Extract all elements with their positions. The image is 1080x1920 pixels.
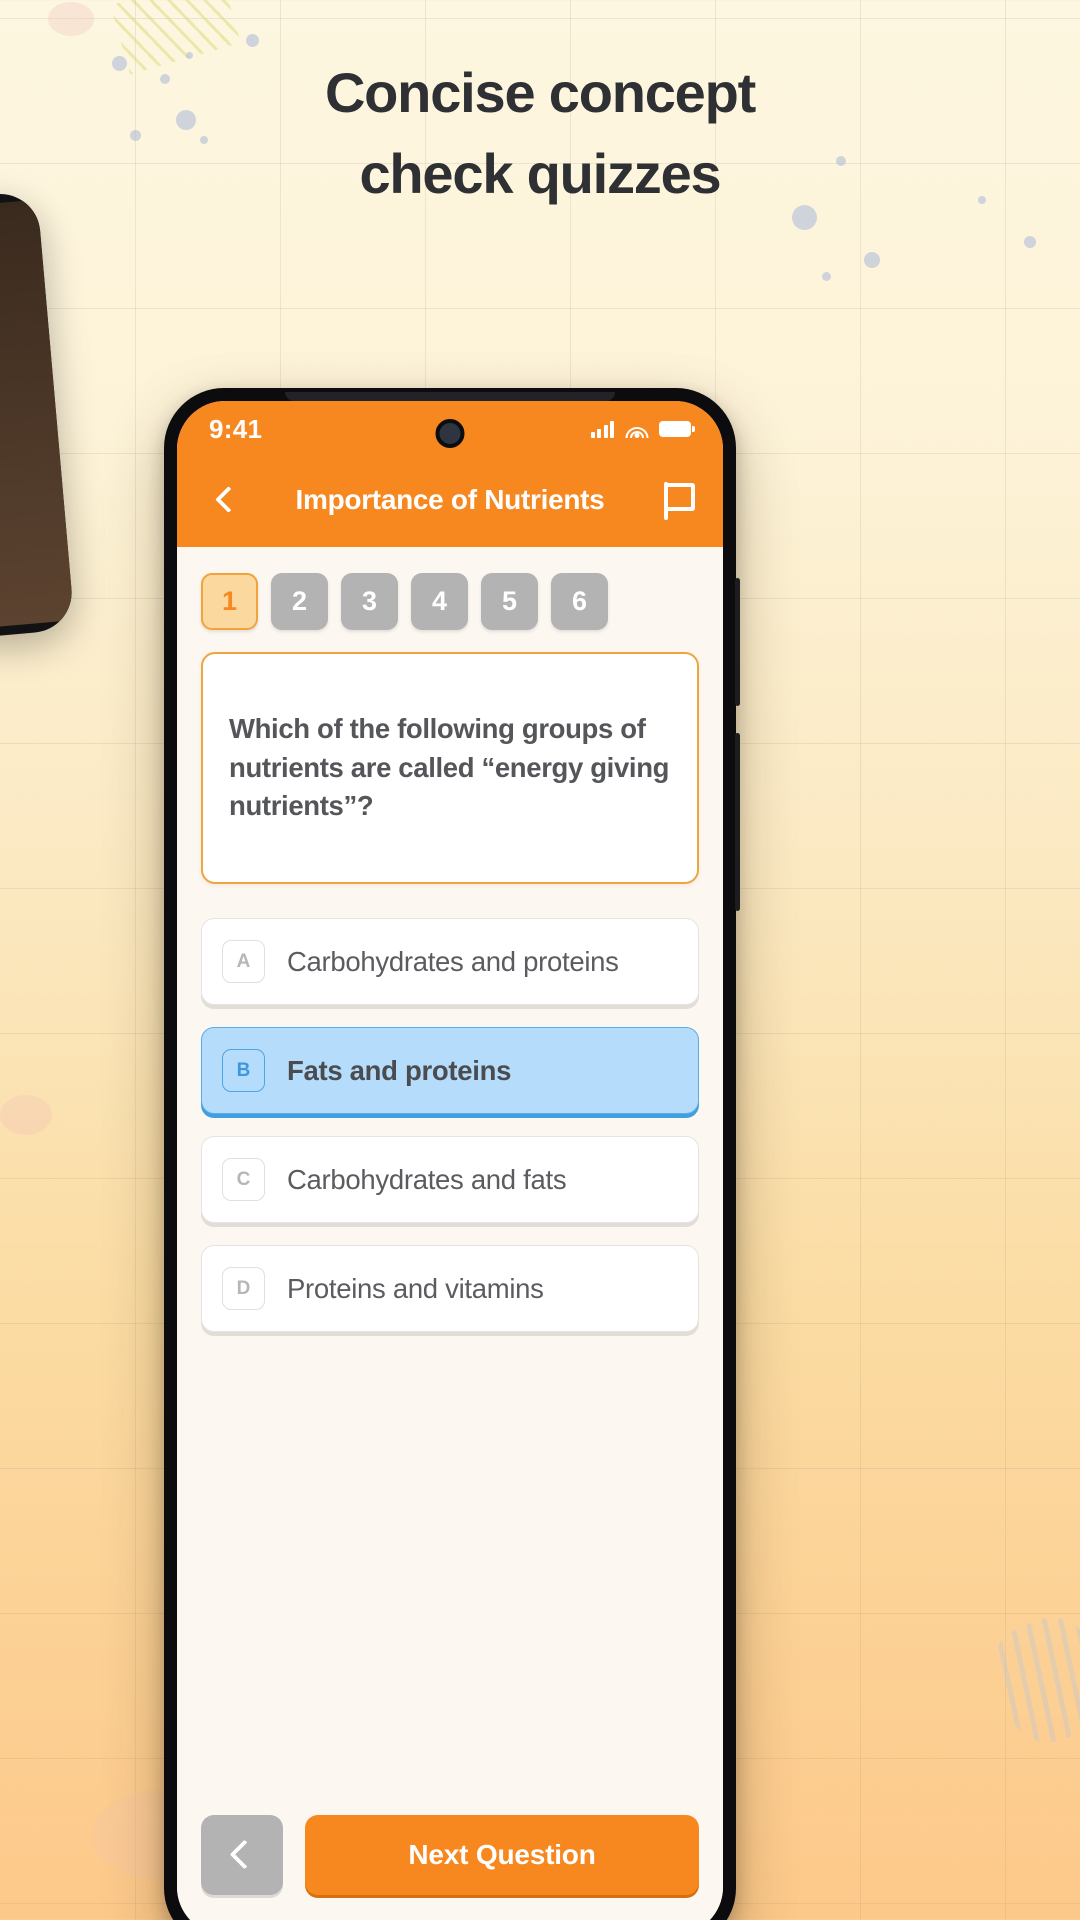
headline-line-1: Concise concept: [324, 61, 756, 124]
paint-blot-peach: [0, 1095, 52, 1135]
option-letter-b: B: [222, 1049, 265, 1092]
option-letter-c: C: [222, 1158, 265, 1201]
option-text-d: Proteins and vitamins: [287, 1272, 544, 1304]
ink-splatter: [1024, 236, 1036, 248]
question-card: Which of the following groups of nutrien…: [201, 652, 699, 884]
question-number-4[interactable]: 4: [411, 573, 468, 630]
signal-bars-icon: [590, 420, 614, 438]
question-number-3[interactable]: 3: [341, 573, 398, 630]
quiz-content: 1 2 3 4 5 6 Which of the following group…: [177, 547, 723, 1920]
wifi-icon: [625, 421, 648, 438]
answer-option-c[interactable]: C Carbohydrates and fats: [201, 1136, 699, 1223]
status-icons: [590, 420, 695, 438]
option-text-c: Carbohydrates and fats: [287, 1163, 567, 1195]
question-number-1[interactable]: 1: [201, 573, 258, 630]
option-letter-a: A: [222, 940, 265, 983]
next-question-button[interactable]: Next Question: [305, 1815, 699, 1895]
secondary-phone-mockup: [0, 190, 75, 640]
status-time: 9:41: [209, 413, 263, 444]
option-text-a: Carbohydrates and proteins: [287, 945, 619, 977]
paint-blot-pink: [48, 2, 94, 36]
option-letter-d: D: [222, 1267, 265, 1310]
question-number-5[interactable]: 5: [481, 573, 538, 630]
answer-option-d[interactable]: D Proteins and vitamins: [201, 1245, 699, 1332]
previous-question-button[interactable]: [201, 1815, 283, 1895]
status-bar: 9:41: [177, 401, 723, 457]
phone-volume-button: [735, 578, 740, 706]
app-topbar: 9:41 Importance of Nutrients: [177, 401, 723, 547]
ink-splatter: [246, 34, 259, 47]
answer-options-list: A Carbohydrates and proteins B Fats and …: [201, 918, 699, 1332]
option-text-b: Fats and proteins: [287, 1054, 512, 1086]
pencil-scribble: [981, 1605, 1080, 1755]
secondary-phone-screen: [0, 196, 75, 630]
page-headline: Concise concept check quizzes: [0, 52, 1080, 214]
camera-punch-hole: [435, 419, 465, 448]
question-number-6[interactable]: 6: [551, 573, 608, 630]
phone-mockup: 9:41 Importance of Nutrients 1 2 3 4 5 6…: [164, 388, 740, 1920]
ink-splatter: [864, 252, 880, 268]
headline-line-2: check quizzes: [359, 142, 721, 206]
ink-splatter: [822, 272, 831, 281]
answer-option-b[interactable]: B Fats and proteins: [201, 1027, 699, 1114]
phone-power-button: [735, 733, 740, 911]
battery-full-icon: [659, 421, 695, 437]
quiz-footer: Next Question: [201, 1815, 699, 1920]
question-text: Which of the following groups of nutrien…: [229, 713, 670, 822]
phone-screen: 9:41 Importance of Nutrients 1 2 3 4 5 6…: [177, 401, 723, 1920]
app-navbar: Importance of Nutrients: [177, 457, 723, 543]
question-number-strip: 1 2 3 4 5 6: [201, 547, 699, 652]
answer-option-a[interactable]: A Carbohydrates and proteins: [201, 918, 699, 1005]
flag-icon[interactable]: [655, 478, 695, 522]
question-number-2[interactable]: 2: [271, 573, 328, 630]
back-button[interactable]: [205, 480, 245, 520]
page-title: Importance of Nutrients: [295, 484, 605, 515]
